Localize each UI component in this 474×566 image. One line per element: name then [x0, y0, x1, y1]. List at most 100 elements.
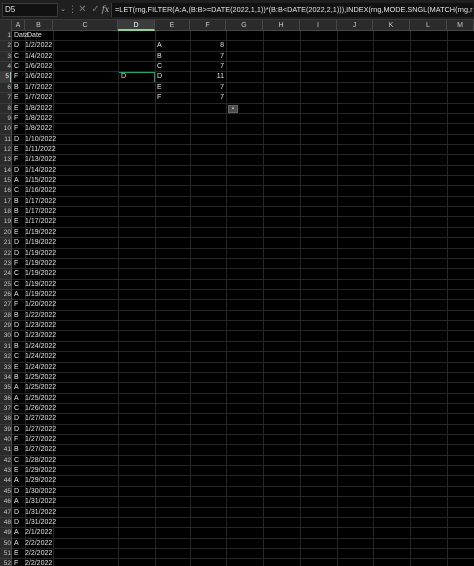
- name-box[interactable]: D5: [2, 3, 58, 17]
- chevron-down-icon[interactable]: ⌄: [59, 3, 67, 17]
- cell-a[interactable]: A: [12, 394, 25, 404]
- row-header[interactable]: 18: [0, 207, 11, 218]
- cell-b[interactable]: 1/8/2022: [25, 124, 53, 134]
- cell-a[interactable]: F: [12, 259, 25, 269]
- cell-a[interactable]: E: [12, 145, 25, 155]
- cell-b[interactable]: 1/26/2022: [25, 404, 56, 414]
- cell-a[interactable]: D: [12, 425, 25, 435]
- row-header[interactable]: 25: [0, 280, 11, 290]
- cell-a[interactable]: F: [12, 559, 25, 566]
- cell-f[interactable]: 8: [190, 41, 226, 51]
- cell-b[interactable]: 1/23/2022: [25, 331, 56, 341]
- cell-b[interactable]: 1/20/2022: [25, 300, 56, 310]
- row-header[interactable]: 31: [0, 342, 11, 353]
- cell-b[interactable]: 1/16/2022: [25, 186, 56, 196]
- cell-a[interactable]: A: [12, 176, 25, 186]
- row-header[interactable]: 8: [0, 104, 11, 114]
- row-header[interactable]: 12: [0, 145, 11, 156]
- cell-f[interactable]: 7: [190, 83, 226, 93]
- row-header[interactable]: 5: [0, 72, 11, 83]
- row-header[interactable]: 47: [0, 508, 11, 518]
- cell-b[interactable]: 1/7/2022: [25, 93, 53, 103]
- row-header[interactable]: 14: [0, 166, 11, 177]
- cell-a[interactable]: D: [12, 135, 25, 145]
- cell-b[interactable]: 1/24/2022: [25, 352, 56, 362]
- cell-b[interactable]: 2/2/2022: [25, 559, 53, 566]
- cell-b[interactable]: 1/23/2022: [25, 321, 56, 331]
- cell-b[interactable]: 1/8/2022: [25, 114, 53, 124]
- column-header-c[interactable]: C: [53, 20, 118, 31]
- cell-a[interactable]: E: [12, 466, 25, 476]
- cell-e[interactable]: C: [155, 62, 190, 72]
- row-header[interactable]: 3: [0, 52, 11, 63]
- row-header[interactable]: 28: [0, 311, 11, 322]
- row-header[interactable]: 44: [0, 476, 11, 487]
- row-header[interactable]: 42: [0, 456, 11, 467]
- cell-a[interactable]: D: [12, 321, 25, 331]
- cell-a[interactable]: B: [12, 445, 25, 455]
- cell-a[interactable]: B: [12, 197, 25, 207]
- cell-b[interactable]: 1/8/2022: [25, 104, 53, 114]
- cell-b[interactable]: 1/19/2022: [25, 259, 56, 269]
- cell-a[interactable]: D: [12, 414, 25, 424]
- cell-b[interactable]: 1/4/2022: [25, 52, 53, 62]
- select-all-button[interactable]: [0, 20, 12, 31]
- cell-e[interactable]: D: [155, 72, 190, 82]
- row-header[interactable]: 39: [0, 425, 11, 436]
- cell-a[interactable]: D: [12, 166, 25, 176]
- cell-a[interactable]: F: [12, 155, 25, 165]
- cell-a[interactable]: B: [12, 207, 25, 217]
- column-header-e[interactable]: E: [155, 20, 190, 31]
- row-header[interactable]: 17: [0, 197, 11, 208]
- cell-a[interactable]: C: [12, 52, 25, 62]
- row-header[interactable]: 43: [0, 466, 11, 477]
- cell-a[interactable]: E: [12, 363, 25, 373]
- cell-b[interactable]: 1/11/2022: [25, 145, 56, 155]
- cell-a[interactable]: F: [12, 72, 25, 82]
- cell-a[interactable]: C: [12, 62, 25, 72]
- cell-b[interactable]: 1/19/2022: [25, 269, 56, 279]
- cell-a[interactable]: C: [12, 280, 25, 290]
- column-header-i[interactable]: I: [300, 20, 337, 31]
- cell-f[interactable]: 7: [190, 62, 226, 72]
- cell-b[interactable]: 2/2/2022: [25, 539, 53, 549]
- cell-b[interactable]: 1/27/2022: [25, 414, 56, 424]
- row-header[interactable]: 21: [0, 238, 11, 249]
- cell-b[interactable]: 1/15/2022: [25, 176, 56, 186]
- row-header[interactable]: 9: [0, 114, 11, 125]
- row-header[interactable]: 45: [0, 487, 11, 498]
- cell-b[interactable]: 1/25/2022: [25, 373, 56, 383]
- row-header[interactable]: 11: [0, 135, 11, 145]
- row-header[interactable]: 48: [0, 518, 11, 529]
- cell-a[interactable]: C: [12, 352, 25, 362]
- cell-a[interactable]: B: [12, 83, 25, 93]
- cell-b[interactable]: 1/28/2022: [25, 456, 56, 466]
- cell-a[interactable]: B: [12, 311, 25, 321]
- cell-a[interactable]: B: [12, 342, 25, 352]
- cell-b[interactable]: 1/19/2022: [25, 238, 56, 248]
- column-header-m[interactable]: M: [447, 20, 474, 31]
- cell-b[interactable]: 1/14/2022: [25, 166, 56, 176]
- cell-b[interactable]: 1/7/2022: [25, 83, 53, 93]
- cell-a[interactable]: Data: [12, 31, 29, 41]
- cell-a[interactable]: E: [12, 93, 25, 103]
- row-header[interactable]: 34: [0, 373, 11, 384]
- cell-b[interactable]: 1/19/2022: [25, 249, 56, 259]
- row-header[interactable]: 26: [0, 290, 11, 301]
- row-header[interactable]: 4: [0, 62, 11, 73]
- row-header[interactable]: 2: [0, 41, 11, 52]
- row-header[interactable]: 50: [0, 539, 11, 549]
- column-header-h[interactable]: H: [263, 20, 300, 31]
- cell-b[interactable]: 1/19/2022: [25, 290, 56, 300]
- cell-a[interactable]: D: [12, 331, 25, 341]
- cell-b[interactable]: 1/27/2022: [25, 425, 56, 435]
- cell-a[interactable]: F: [12, 435, 25, 445]
- column-header-j[interactable]: J: [337, 20, 373, 31]
- cell-a[interactable]: A: [12, 539, 25, 549]
- row-header[interactable]: 35: [0, 383, 11, 394]
- cell-b[interactable]: 2/2/2022: [25, 549, 53, 559]
- cell-a[interactable]: F: [12, 114, 25, 124]
- column-header-f[interactable]: F: [190, 20, 226, 31]
- cell-a[interactable]: D: [12, 487, 25, 497]
- column-header-b[interactable]: B: [25, 20, 53, 31]
